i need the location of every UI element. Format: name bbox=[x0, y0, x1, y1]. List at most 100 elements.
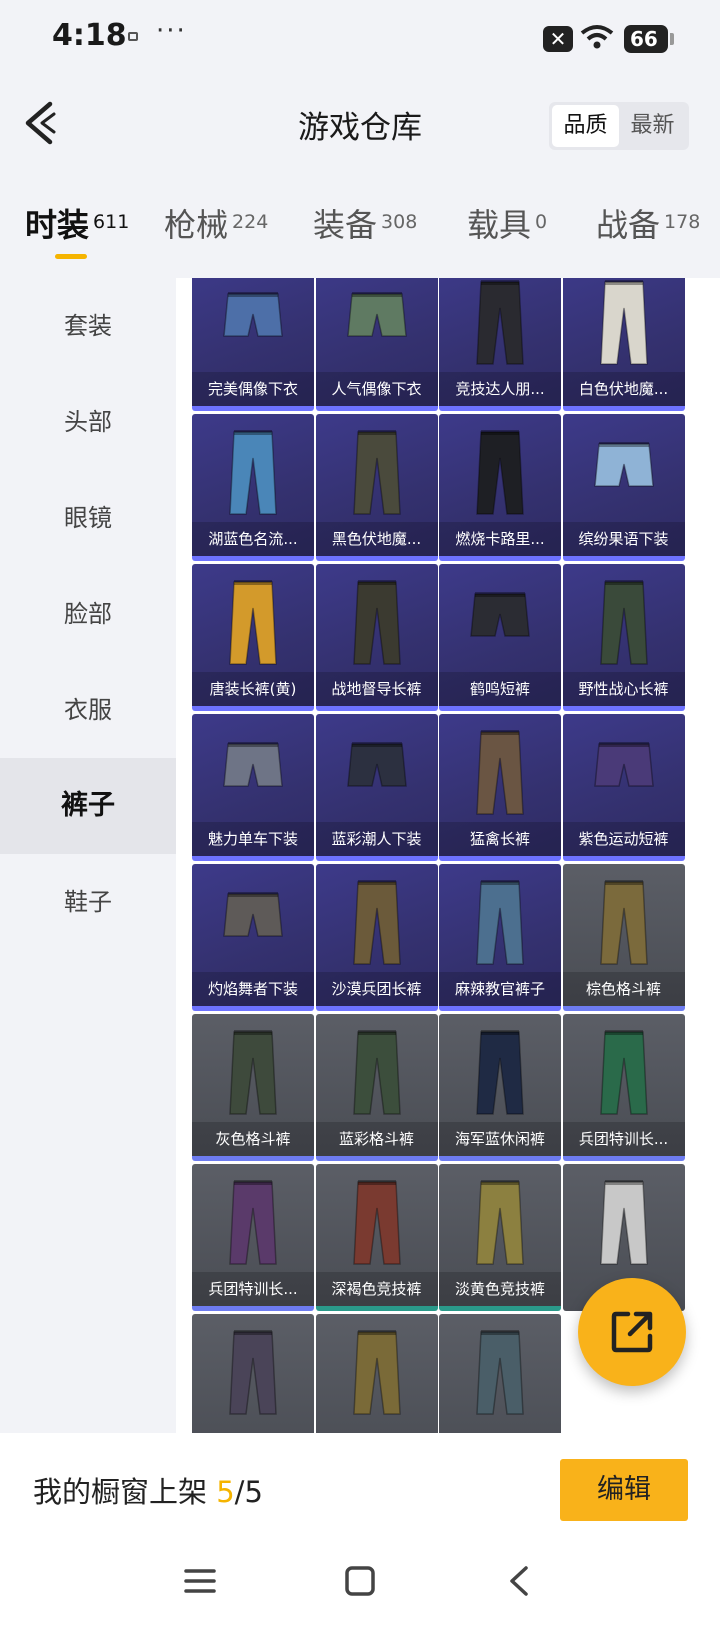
tab-count: 224 bbox=[232, 211, 269, 233]
item-card[interactable]: 深褐色竞技裤 bbox=[315, 1164, 438, 1311]
pants-icon bbox=[352, 1030, 401, 1115]
tab-vehicles[interactable]: 载具 0 bbox=[467, 200, 547, 246]
item-name: 灰色格斗裤 bbox=[192, 1122, 314, 1156]
item-card[interactable]: 沙漠兵团长裤 bbox=[315, 864, 438, 1011]
item-name: 唐装长裤(黄) bbox=[192, 672, 314, 706]
category-tabs: 时装 611 枪械 224 装备 308 载具 0 战备 178 bbox=[0, 200, 720, 270]
pants-icon bbox=[476, 1180, 524, 1265]
tab-count: 178 bbox=[664, 211, 701, 233]
item-name: 竞技达人朋... bbox=[439, 372, 561, 406]
item-card[interactable]: 紫色运动短裤 bbox=[562, 714, 685, 861]
item-card[interactable]: 淡黄色竞技裤 bbox=[439, 1164, 561, 1311]
item-card[interactable]: 完美偶像下衣 bbox=[192, 278, 314, 411]
sidebar-item-glasses[interactable]: 眼镜 bbox=[0, 470, 176, 566]
item-name: 淡黄色竞技裤 bbox=[439, 1272, 561, 1306]
item-card[interactable]: 蓝彩潮人下装 bbox=[315, 714, 438, 861]
pants-icon bbox=[223, 742, 283, 787]
sort-newest-option[interactable]: 最新 bbox=[619, 105, 686, 147]
pants-icon bbox=[476, 1330, 524, 1415]
pants-icon bbox=[476, 1030, 524, 1115]
item-name: 紫色运动短裤 bbox=[562, 822, 685, 856]
item-name: 深褐色竞技裤 bbox=[315, 1272, 438, 1306]
item-card[interactable]: 唐装长裤(黄) bbox=[192, 564, 314, 711]
sidebar-item-clothes[interactable]: 衣服 bbox=[0, 662, 176, 758]
item-name: 野性战心长裤 bbox=[562, 672, 685, 706]
pants-icon bbox=[223, 292, 283, 337]
item-card[interactable] bbox=[315, 1314, 438, 1433]
item-card[interactable]: 鹤鸣短裤 bbox=[439, 564, 561, 711]
sidebar-item-pants[interactable]: 裤子 bbox=[0, 758, 176, 854]
tab-count: 0 bbox=[535, 211, 548, 233]
item-card[interactable]: 战地督导长裤 bbox=[315, 564, 438, 711]
sidebar-item-face[interactable]: 脸部 bbox=[0, 566, 176, 662]
item-card[interactable]: 湖蓝色名流... bbox=[192, 414, 314, 561]
item-card[interactable]: 灼焰舞者下装 bbox=[192, 864, 314, 1011]
menu-icon[interactable] bbox=[184, 1565, 216, 1597]
tab-equipment[interactable]: 装备 308 bbox=[313, 200, 417, 246]
sidebar-item-outfits[interactable]: 套装 bbox=[0, 278, 176, 374]
item-card[interactable]: 蓝彩格斗裤 bbox=[315, 1014, 438, 1161]
pants-icon bbox=[593, 442, 654, 487]
pants-icon bbox=[229, 580, 277, 665]
pants-icon bbox=[352, 1330, 401, 1415]
sort-toggle: 品质 最新 bbox=[549, 102, 689, 150]
item-name: 黑色伏地魔... bbox=[315, 522, 438, 556]
item-card[interactable]: 兵团特训长... bbox=[562, 1014, 685, 1161]
home-icon[interactable] bbox=[344, 1565, 376, 1597]
item-card[interactable]: 麻辣教官裤子 bbox=[439, 864, 561, 1011]
item-card[interactable]: 白色伏地魔... bbox=[562, 278, 685, 411]
item-name: 麻辣教官裤子 bbox=[439, 972, 561, 1006]
header: 游戏仓库 品质 最新 bbox=[0, 92, 720, 156]
more-status-icon: ··· bbox=[156, 16, 187, 46]
item-card[interactable]: 竞技达人朋... bbox=[439, 278, 561, 411]
tab-label: 战备 bbox=[596, 206, 661, 244]
lock-icon bbox=[128, 32, 138, 41]
item-card[interactable]: 燃烧卡路里... bbox=[439, 414, 561, 561]
item-card[interactable]: 棕色格斗裤 bbox=[562, 864, 685, 1011]
item-name: 缤纷果语下装 bbox=[562, 522, 685, 556]
item-card[interactable]: 魅力单车下装 bbox=[192, 714, 314, 861]
battery-level: 66 bbox=[630, 27, 658, 51]
tab-count: 611 bbox=[93, 211, 130, 233]
item-card[interactable]: 兵团特训长... bbox=[192, 1164, 314, 1311]
item-card[interactable]: 黑色伏地魔... bbox=[315, 414, 438, 561]
share-icon bbox=[611, 1311, 653, 1353]
edit-button[interactable]: 编辑 bbox=[560, 1459, 688, 1521]
back-icon[interactable] bbox=[504, 1565, 536, 1597]
tab-supplies[interactable]: 战备 178 bbox=[596, 200, 700, 246]
battery-icon: 66 bbox=[624, 25, 674, 53]
pants-icon bbox=[346, 292, 407, 337]
tab-count: 308 bbox=[381, 211, 418, 233]
system-nav-bar bbox=[0, 1543, 720, 1640]
pants-icon bbox=[476, 880, 524, 965]
item-name: 魅力单车下装 bbox=[192, 822, 314, 856]
active-tab-underline bbox=[55, 254, 87, 259]
sidebar-item-shoes[interactable]: 鞋子 bbox=[0, 854, 176, 950]
pants-icon bbox=[476, 430, 524, 515]
share-button[interactable] bbox=[578, 1278, 686, 1386]
item-card[interactable]: 缤纷果语下装 bbox=[562, 414, 685, 561]
item-name: 人气偶像下衣 bbox=[315, 372, 438, 406]
item-card[interactable]: 猛禽长裤 bbox=[439, 714, 561, 861]
pants-icon bbox=[223, 892, 283, 937]
item-card[interactable]: 人气偶像下衣 bbox=[315, 278, 438, 411]
item-name: 完美偶像下衣 bbox=[192, 372, 314, 406]
item-name: 战地督导长裤 bbox=[315, 672, 438, 706]
pants-icon bbox=[229, 1180, 277, 1265]
pants-icon bbox=[599, 880, 648, 965]
item-grid: 完美偶像下衣 人气偶像下衣 竞技达人朋... 白色伏地魔... 湖蓝色名流... 黑色伏地… bbox=[176, 278, 720, 1433]
item-card[interactable]: 野性战心长裤 bbox=[562, 564, 685, 711]
sidebar-item-head[interactable]: 头部 bbox=[0, 374, 176, 470]
item-card[interactable] bbox=[439, 1314, 561, 1433]
sort-quality-option[interactable]: 品质 bbox=[552, 105, 619, 147]
pants-icon bbox=[229, 430, 277, 515]
item-card[interactable]: 海军蓝休闲裤 bbox=[439, 1014, 561, 1161]
item-card[interactable]: 灰色格斗裤 bbox=[192, 1014, 314, 1161]
tab-fashion[interactable]: 时装 611 bbox=[25, 200, 129, 246]
item-name: 沙漠兵团长裤 bbox=[315, 972, 438, 1006]
item-card[interactable] bbox=[192, 1314, 314, 1433]
pants-icon bbox=[599, 580, 648, 665]
item-name: 兵团特训长... bbox=[192, 1272, 314, 1306]
tab-guns[interactable]: 枪械 224 bbox=[164, 200, 268, 246]
pants-icon bbox=[470, 592, 530, 637]
